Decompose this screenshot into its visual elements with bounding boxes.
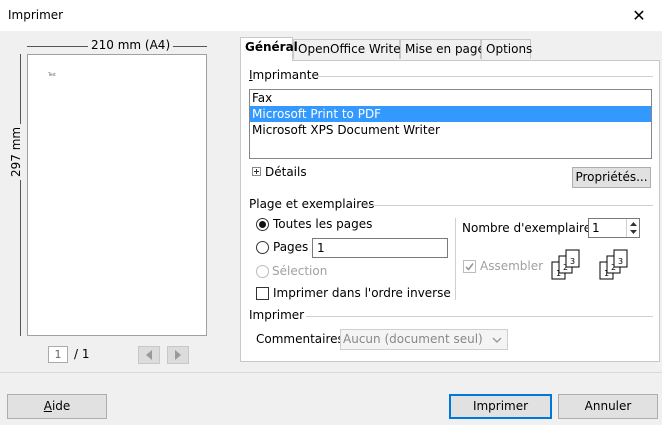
reverse-order-label[interactable]: Imprimer dans l'ordre inverse [273, 286, 451, 300]
close-icon[interactable]: ✕ [616, 0, 662, 31]
tab-general[interactable]: Général [240, 37, 298, 61]
cancel-button[interactable]: Annuler [558, 394, 658, 419]
chevron-left-icon [146, 350, 152, 360]
copies-spinbox[interactable]: 1 [588, 218, 640, 238]
preview-page: Test [27, 54, 207, 336]
printer-item-fax[interactable]: Fax [250, 90, 651, 106]
page-total: / 1 [74, 347, 90, 361]
help-button[interactable]: Aide [7, 394, 107, 419]
plus-icon [254, 169, 259, 174]
tab-options[interactable]: Options [481, 39, 532, 59]
comments-value: Aucun (document seul) [343, 332, 483, 346]
printer-section-rule [318, 76, 653, 77]
all-pages-radio[interactable] [256, 218, 269, 231]
preview-page-text: Test [48, 72, 56, 77]
properties-button[interactable]: Propriétés... [572, 167, 651, 188]
next-page-button[interactable] [167, 346, 189, 364]
copies-label: Nombre d'exemplaires [462, 221, 598, 235]
collate-pages-icon: 1 2 3 1 2 3 [551, 249, 628, 280]
chevron-right-icon [175, 350, 181, 360]
height-dimension-label: 297 mm [9, 123, 23, 180]
selection-label: Sélection [272, 264, 328, 278]
chevron-down-icon [492, 337, 502, 343]
height-dimension-line [20, 54, 21, 336]
tab-openoffice-writer[interactable]: OpenOffice Writer [293, 39, 406, 59]
details-label[interactable]: Détails [265, 165, 307, 179]
details-expander[interactable] [252, 167, 261, 176]
print-button[interactable]: Imprimer [449, 394, 552, 419]
printer-item-microsoft-xps[interactable]: Microsoft XPS Document Writer [250, 122, 651, 138]
pages-label[interactable]: Pages [273, 240, 308, 254]
all-pages-label[interactable]: Toutes les pages [273, 217, 372, 231]
collate-label: Assembler [480, 259, 544, 273]
copies-value: 1 [592, 221, 600, 235]
reverse-order-checkbox[interactable] [256, 287, 269, 300]
checkmark-icon [465, 263, 474, 271]
spin-arrows-icon [630, 222, 637, 234]
printer-item-microsoft-print-to-pdf[interactable]: Microsoft Print to PDF [250, 106, 651, 122]
comments-label: Commentaires [256, 332, 344, 346]
copies-spinner[interactable] [626, 219, 639, 237]
copies-separator [455, 218, 456, 300]
page-number-input[interactable]: 1 [48, 346, 68, 363]
collate-checkbox[interactable] [463, 260, 476, 273]
svg-text:3: 3 [618, 257, 623, 266]
range-section-label: Plage et exemplaires [249, 197, 375, 211]
title-bar: Imprimer ✕ [0, 0, 662, 31]
svg-text:3: 3 [570, 257, 575, 266]
printer-list[interactable]: Fax Microsoft Print to PDF Microsoft XPS… [249, 89, 652, 159]
window-title: Imprimer [8, 8, 64, 22]
previous-page-button[interactable] [138, 346, 160, 364]
pages-input[interactable]: 1 [312, 238, 448, 258]
printer-section-label: Imprimante [249, 68, 319, 82]
tab-mise-en-page[interactable]: Mise en page [400, 39, 485, 59]
print-section-rule [306, 316, 653, 317]
print-section-label: Imprimer [249, 308, 305, 322]
footer-separator [0, 372, 662, 373]
selection-radio[interactable] [256, 265, 269, 278]
comments-select[interactable]: Aucun (document seul) [340, 329, 508, 350]
width-dimension-label: 210 mm (A4) [88, 38, 174, 52]
range-section-rule [364, 205, 653, 206]
pages-radio[interactable] [256, 241, 269, 254]
